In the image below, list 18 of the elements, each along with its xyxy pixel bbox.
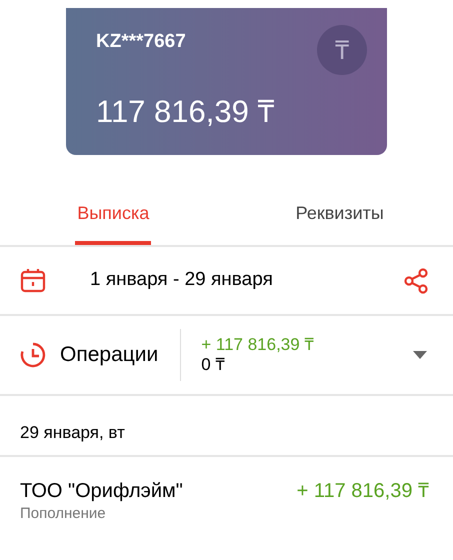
dropdown-caret-icon[interactable] — [413, 351, 427, 359]
day-header: 29 января, вт — [20, 422, 125, 444]
tab[interactable]: Выписка — [75, 200, 152, 245]
card-balance: 117 816,39 ₸ — [96, 92, 276, 130]
income-total: + 117 816,39 ₸ — [201, 335, 314, 355]
tab[interactable]: Реквизиты — [294, 200, 386, 245]
transaction-amount: + 117 816,39 ₸ — [296, 479, 429, 504]
account-card[interactable]: KZ***7667 117 816,39 ₸ ₸ — [66, 8, 387, 155]
calendar-icon[interactable] — [20, 268, 46, 294]
currency-badge: ₸ — [317, 25, 367, 75]
share-icon[interactable] — [403, 268, 429, 294]
expense-total: 0 ₸ — [201, 355, 226, 375]
operations-label: Операции — [60, 342, 158, 368]
date-range[interactable]: 1 января - 29 января — [90, 266, 273, 295]
transaction-type: Пополнение — [20, 504, 107, 524]
account-number: KZ***7667 — [96, 30, 186, 54]
transaction-title[interactable]: ТОО "Орифлэйм" — [20, 478, 183, 504]
clock-icon — [20, 342, 46, 368]
